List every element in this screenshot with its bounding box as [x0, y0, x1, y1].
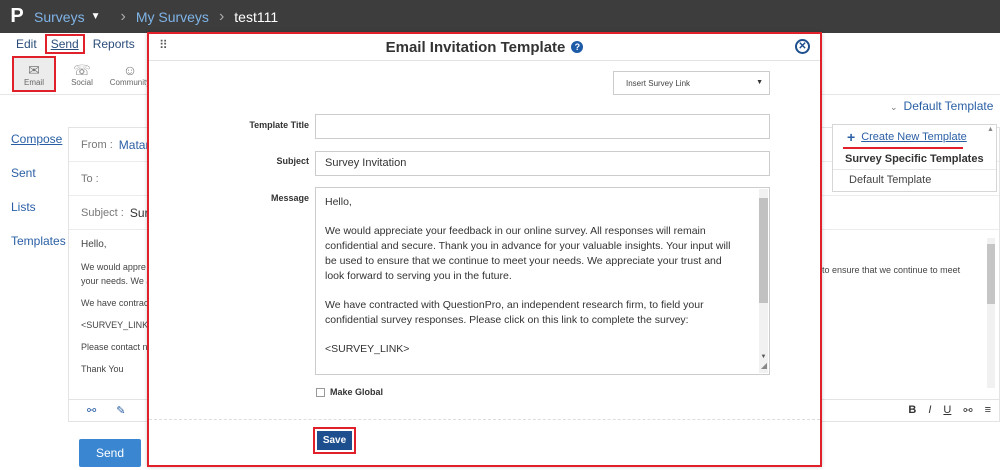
bold-icon[interactable]: B	[908, 404, 916, 417]
message-label: Message	[270, 193, 309, 203]
insert-survey-link-select[interactable]: Insert Survey Link ▼	[613, 71, 770, 95]
link-icon[interactable]: ⚯	[87, 404, 96, 417]
nav-reports[interactable]: Reports	[85, 37, 143, 51]
subject-label: Subject	[276, 156, 309, 166]
underline-icon[interactable]: U	[943, 404, 951, 417]
create-new-template[interactable]: + Create New Template	[833, 125, 996, 147]
app-logo[interactable]: P	[0, 5, 34, 28]
close-icon[interactable]: ✕	[795, 39, 810, 54]
message-line: We would appreciate your feedback in our…	[325, 225, 731, 282]
nav-send[interactable]: Send	[44, 34, 85, 54]
save-button[interactable]: Save	[317, 431, 352, 450]
channel-label: Email	[23, 77, 44, 87]
template-title-input[interactable]	[315, 114, 770, 139]
message-line: We have contracted with QuestionPro, an …	[325, 299, 704, 326]
insert-link-label: Insert Survey Link	[626, 78, 691, 88]
channel-label: Community	[109, 77, 151, 87]
compose-scrollbar[interactable]	[987, 238, 995, 388]
template-title-label: Template Title	[249, 120, 309, 130]
channel-email[interactable]: ✉ Email	[12, 56, 56, 92]
nav-edit[interactable]: Edit	[0, 37, 45, 51]
channel-label: Social	[71, 77, 93, 87]
divider	[149, 419, 820, 420]
subject-input[interactable]: Survey Invitation	[315, 151, 770, 176]
italic-icon[interactable]: I	[928, 404, 931, 417]
default-template-selector[interactable]: ⌄ Default Template	[890, 99, 993, 113]
message-line: Hello,	[325, 196, 352, 208]
tag-icon[interactable]: ✎	[116, 404, 125, 417]
channel-social[interactable]: ☏ Social	[60, 56, 104, 92]
plus-icon: +	[847, 129, 856, 145]
caret-down-icon: ▼	[90, 11, 101, 22]
drag-handle-icon[interactable]: ⠿	[159, 38, 168, 52]
channel-community[interactable]: ☺ Community	[108, 56, 152, 92]
breadcrumb-separator-icon: ›	[120, 7, 126, 25]
breadcrumb-separator-icon: ›	[218, 7, 225, 25]
message-line: <SURVEY_LINK>	[325, 343, 410, 355]
chat-icon: ☏	[73, 61, 91, 78]
caret-down-icon: ▼	[756, 79, 763, 86]
subject-value: Sur	[129, 205, 149, 220]
to-label: To :	[81, 172, 99, 185]
envelope-icon: ✉	[28, 61, 40, 78]
modal-header: ⠿ Email Invitation Template ? ✕	[149, 34, 820, 61]
align-icon[interactable]: ≡	[985, 404, 991, 417]
make-global-label: Make Global	[330, 387, 384, 397]
make-global-option[interactable]: Make Global	[316, 387, 383, 397]
email-template-modal: ⠿ Email Invitation Template ? ✕ Insert S…	[147, 32, 822, 467]
send-button[interactable]: Send	[79, 439, 141, 467]
template-panel: + Create New Template Survey Specific Te…	[832, 124, 997, 192]
message-textarea[interactable]: Hello, We would appreciate your feedback…	[315, 187, 770, 375]
format-tools: B I U ⚯ ≡	[908, 404, 991, 417]
save-button-highlight: Save	[313, 427, 356, 454]
breadcrumb-current: test111	[234, 8, 279, 25]
template-group-label: Survey Specific Templates	[833, 149, 996, 170]
subject-label: Subject :	[81, 206, 124, 219]
default-template-label: Default Template	[903, 99, 994, 113]
resize-handle-icon[interactable]: ◢	[761, 358, 767, 373]
side-nav: Compose Sent Lists Templates	[11, 132, 66, 268]
channel-tabs: ✉ Email ☏ Social ☺ Community	[12, 56, 152, 92]
sidenav-compose[interactable]: Compose	[11, 132, 66, 166]
surveys-label: Surveys	[34, 8, 85, 25]
sidenav-templates[interactable]: Templates	[11, 234, 66, 268]
people-icon: ☺	[122, 61, 138, 78]
from-label: From :	[81, 138, 113, 151]
top-bar: P Surveys ▼ › My Surveys › test111	[0, 0, 1000, 33]
message-scrollbar[interactable]: ▼	[759, 189, 768, 373]
chevron-down-icon: ⌄	[890, 102, 898, 112]
template-option[interactable]: Default Template	[833, 170, 996, 190]
template-scrollbar[interactable]: ▲	[987, 126, 995, 133]
modal-title: Email Invitation Template	[385, 38, 566, 56]
link-icon[interactable]: ⚯	[963, 404, 972, 417]
sidenav-lists[interactable]: Lists	[11, 200, 66, 234]
compose-right-text: to ensure that we continue to meet	[822, 265, 961, 275]
help-icon[interactable]: ?	[571, 41, 584, 53]
make-global-checkbox[interactable]	[316, 387, 325, 397]
breadcrumb-my-surveys[interactable]: My Surveys	[136, 9, 209, 25]
sidenav-sent[interactable]: Sent	[11, 166, 66, 200]
surveys-menu[interactable]: Surveys ▼	[34, 9, 100, 25]
